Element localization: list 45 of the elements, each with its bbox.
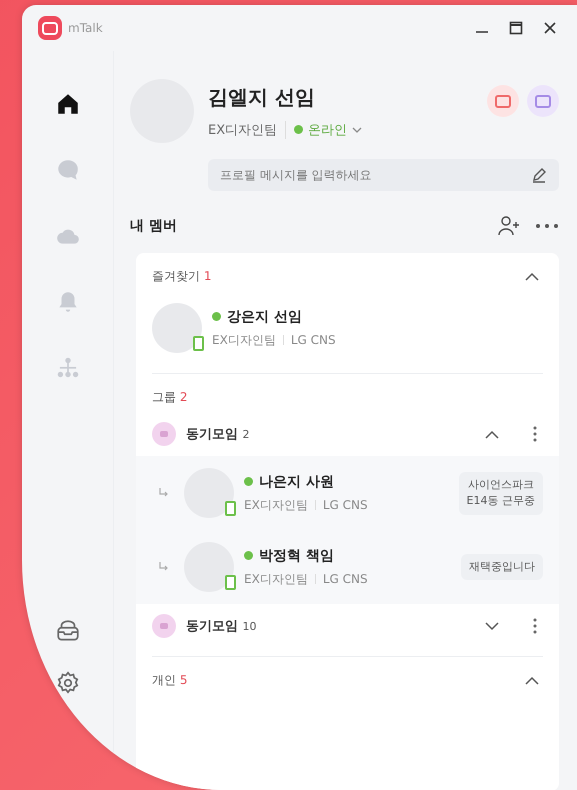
member-company: LG CNS xyxy=(322,498,368,512)
reply-arrow-icon xyxy=(158,561,170,573)
status-message: 사이언스파크 E14동 근무중 xyxy=(458,472,543,514)
section-title: 내 멤버 xyxy=(130,217,177,235)
member-name: 나은지 사원 xyxy=(259,472,334,490)
collapse-icon[interactable] xyxy=(525,272,539,280)
member-team: EX디자인팀 xyxy=(212,332,276,348)
profile-name: 김엘지 선임 xyxy=(208,84,316,110)
group-icon xyxy=(152,614,176,638)
more-vertical-icon[interactable] xyxy=(533,426,537,442)
group-name: 동기모임 10 xyxy=(186,618,257,635)
profile-message-field[interactable]: 프로필 메시지를 입력하세요 xyxy=(208,159,559,191)
add-person-icon[interactable] xyxy=(497,215,521,237)
expand-icon[interactable] xyxy=(485,622,499,630)
calendar-shortcut-icon[interactable] xyxy=(527,85,559,117)
collapse-icon[interactable] xyxy=(525,676,539,684)
logo-icon xyxy=(38,16,62,40)
mobile-icon xyxy=(193,336,204,351)
status-dropdown[interactable]: 온라인 xyxy=(285,120,362,138)
section-label: 개인 5 xyxy=(152,672,188,688)
close-icon[interactable] xyxy=(543,21,557,35)
mobile-icon xyxy=(225,575,236,590)
section-label: 즐겨찾기 1 xyxy=(152,268,212,284)
more-vertical-icon[interactable] xyxy=(533,618,537,634)
profile-team: EX디자인팀 xyxy=(208,122,278,138)
maximize-icon[interactable] xyxy=(509,21,523,35)
member-team: EX디자인팀 xyxy=(244,570,308,588)
member-company: LG CNS xyxy=(322,572,368,586)
member-team: EX디자인팀 xyxy=(244,496,308,514)
reply-arrow-icon xyxy=(158,487,170,499)
mobile-icon xyxy=(225,501,236,516)
app-title: mTalk xyxy=(68,21,103,35)
more-icon[interactable] xyxy=(535,223,559,229)
settings-icon[interactable] xyxy=(54,670,80,696)
collapse-icon[interactable] xyxy=(485,430,499,438)
caret-icon[interactable] xyxy=(352,126,362,132)
section-label: 그룹 2 xyxy=(152,388,188,406)
member-name: 박정혁 책임 xyxy=(259,546,334,564)
member-company: LG CNS xyxy=(290,333,336,347)
group-name: 동기모임 2 xyxy=(186,426,250,443)
group-icon xyxy=(152,422,176,446)
pencil-icon[interactable] xyxy=(531,167,547,183)
chat-shortcut-icon[interactable] xyxy=(487,85,519,117)
status-message: 재택중입니다 xyxy=(461,554,543,580)
member-name: 강은지 선임 xyxy=(227,308,302,326)
